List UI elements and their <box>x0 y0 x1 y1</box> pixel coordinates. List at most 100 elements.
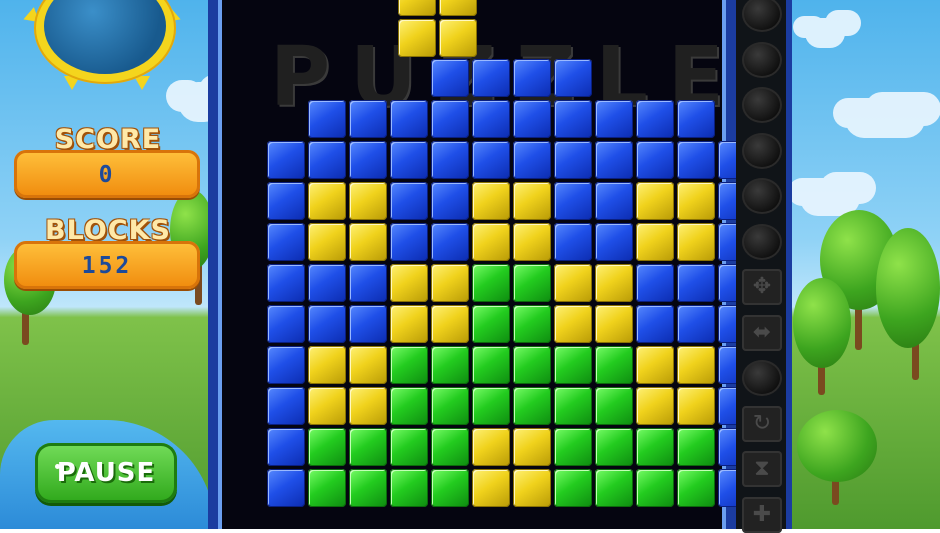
yellow-block[interactable] <box>636 346 674 384</box>
yellow-block[interactable] <box>472 469 510 507</box>
green-block[interactable] <box>636 428 674 466</box>
blue-block[interactable] <box>267 469 305 507</box>
powerup-bomb[interactable] <box>742 178 782 214</box>
blue-block[interactable] <box>636 100 674 138</box>
green-block[interactable] <box>390 387 428 425</box>
yellow-block[interactable] <box>636 182 674 220</box>
green-block[interactable] <box>390 428 428 466</box>
green-block[interactable] <box>390 346 428 384</box>
yellow-block[interactable] <box>308 346 346 384</box>
blue-block[interactable] <box>431 59 469 97</box>
blue-block[interactable] <box>431 100 469 138</box>
green-block[interactable] <box>390 469 428 507</box>
blue-block[interactable] <box>267 264 305 302</box>
blue-block[interactable] <box>390 141 428 179</box>
green-block[interactable] <box>431 428 469 466</box>
blue-block[interactable] <box>390 182 428 220</box>
blue-block[interactable] <box>308 100 346 138</box>
green-block[interactable] <box>677 469 715 507</box>
blue-block[interactable] <box>595 182 633 220</box>
green-block[interactable] <box>349 469 387 507</box>
yellow-block[interactable] <box>513 428 551 466</box>
powerup-bomb[interactable] <box>742 132 782 169</box>
green-block[interactable] <box>472 346 510 384</box>
green-block[interactable] <box>472 305 510 343</box>
yellow-block[interactable] <box>308 223 346 261</box>
green-block[interactable] <box>554 469 592 507</box>
powerup-move[interactable]: ✥ <box>742 269 782 305</box>
blue-block[interactable] <box>554 182 592 220</box>
blue-block[interactable] <box>267 305 305 343</box>
green-block[interactable] <box>595 346 633 384</box>
green-block[interactable] <box>472 387 510 425</box>
yellow-block[interactable] <box>677 223 715 261</box>
blue-block[interactable] <box>472 59 510 97</box>
green-block[interactable] <box>513 305 551 343</box>
green-block[interactable] <box>431 469 469 507</box>
green-block[interactable] <box>595 428 633 466</box>
green-block[interactable] <box>308 469 346 507</box>
blue-block[interactable] <box>636 264 674 302</box>
blue-block[interactable] <box>267 223 305 261</box>
powerup-bomb[interactable] <box>742 0 782 32</box>
blue-block[interactable] <box>677 264 715 302</box>
green-block[interactable] <box>595 469 633 507</box>
blue-block[interactable] <box>677 100 715 138</box>
blue-block[interactable] <box>308 141 346 179</box>
yellow-block[interactable] <box>472 223 510 261</box>
powerup-swap[interactable]: ⬌ <box>742 314 782 351</box>
green-block[interactable] <box>554 346 592 384</box>
yellow-block[interactable] <box>595 305 633 343</box>
blue-block[interactable] <box>595 100 633 138</box>
blue-block[interactable] <box>267 428 305 466</box>
blue-block[interactable] <box>554 59 592 97</box>
powerup-bomb[interactable] <box>742 360 782 396</box>
pause-button[interactable]: PAUSE <box>35 443 177 503</box>
yellow-block[interactable] <box>431 264 469 302</box>
green-block[interactable] <box>472 264 510 302</box>
yellow-block[interactable] <box>390 305 428 343</box>
blue-block[interactable] <box>390 100 428 138</box>
blue-block[interactable] <box>308 264 346 302</box>
yellow-block[interactable] <box>308 182 346 220</box>
falling-piece-block[interactable] <box>398 0 436 16</box>
yellow-block[interactable] <box>349 223 387 261</box>
green-block[interactable] <box>554 387 592 425</box>
green-block[interactable] <box>513 264 551 302</box>
green-block[interactable] <box>554 428 592 466</box>
yellow-block[interactable] <box>636 223 674 261</box>
blue-block[interactable] <box>390 223 428 261</box>
yellow-block[interactable] <box>513 182 551 220</box>
yellow-block[interactable] <box>349 346 387 384</box>
blue-block[interactable] <box>349 100 387 138</box>
blue-block[interactable] <box>554 100 592 138</box>
yellow-block[interactable] <box>513 223 551 261</box>
green-block[interactable] <box>513 346 551 384</box>
blue-block[interactable] <box>431 182 469 220</box>
green-block[interactable] <box>595 387 633 425</box>
blue-block[interactable] <box>267 346 305 384</box>
blue-block[interactable] <box>636 141 674 179</box>
yellow-block[interactable] <box>677 346 715 384</box>
blue-block[interactable] <box>513 59 551 97</box>
blue-block[interactable] <box>349 264 387 302</box>
yellow-block[interactable] <box>636 387 674 425</box>
blue-block[interactable] <box>308 305 346 343</box>
yellow-block[interactable] <box>472 182 510 220</box>
blue-block[interactable] <box>472 141 510 179</box>
yellow-block[interactable] <box>595 264 633 302</box>
yellow-block[interactable] <box>308 387 346 425</box>
green-block[interactable] <box>636 469 674 507</box>
blue-block[interactable] <box>677 141 715 179</box>
blue-block[interactable] <box>595 223 633 261</box>
blue-block[interactable] <box>677 305 715 343</box>
blue-block[interactable] <box>267 182 305 220</box>
yellow-block[interactable] <box>554 305 592 343</box>
powerup-bomb[interactable] <box>742 223 782 260</box>
blue-block[interactable] <box>431 223 469 261</box>
falling-piece-block[interactable] <box>439 0 477 16</box>
blue-block[interactable] <box>636 305 674 343</box>
yellow-block[interactable] <box>349 387 387 425</box>
yellow-block[interactable] <box>390 264 428 302</box>
green-block[interactable] <box>308 428 346 466</box>
